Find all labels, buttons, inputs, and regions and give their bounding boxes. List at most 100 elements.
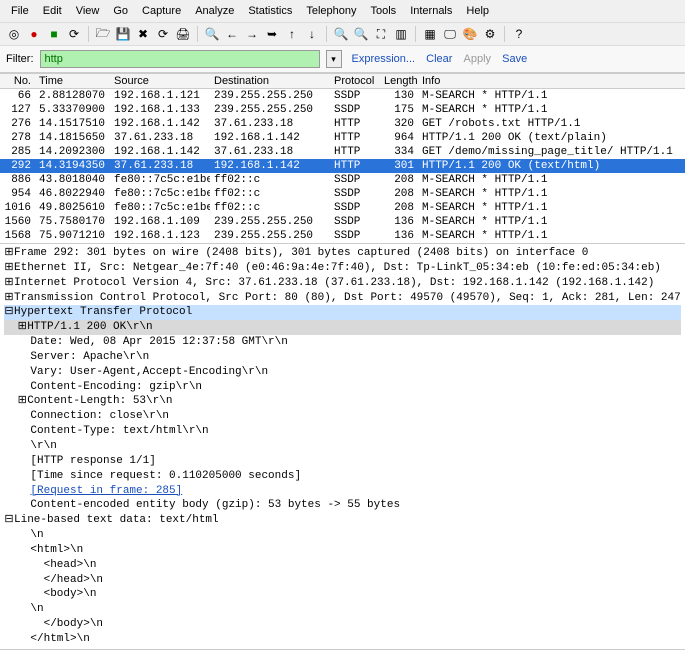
body-line[interactable]: </head>\n bbox=[30, 574, 103, 586]
packet-row[interactable]: 101649.8025610fe80::7c5c:e1be:654ff02::c… bbox=[0, 201, 685, 215]
col-time[interactable]: Time bbox=[35, 74, 110, 88]
linebased-title[interactable]: Line-based text data: text/html bbox=[14, 514, 219, 526]
restart-icon[interactable]: ⟳ bbox=[66, 26, 82, 42]
cell-no: 1568 bbox=[0, 229, 35, 243]
col-destination[interactable]: Destination bbox=[210, 74, 330, 88]
normalsize-icon[interactable]: ⛶ bbox=[373, 26, 389, 42]
expand-icon[interactable]: ⊞ bbox=[4, 276, 14, 291]
menu-capture[interactable]: Capture bbox=[135, 2, 188, 20]
menu-file[interactable]: File bbox=[4, 2, 36, 20]
col-protocol[interactable]: Protocol bbox=[330, 74, 380, 88]
http-connection[interactable]: Connection: close\r\n bbox=[30, 410, 169, 422]
save-icon[interactable]: 💾 bbox=[115, 26, 131, 42]
http-content-encoding[interactable]: Content-Encoding: gzip\r\n bbox=[30, 381, 202, 393]
filter-apply-button[interactable]: Apply bbox=[460, 53, 496, 65]
http-request-frame-link[interactable]: [Request in frame: 285] bbox=[30, 485, 182, 497]
print-icon[interactable]: 🖨 bbox=[175, 26, 191, 42]
packet-row[interactable]: 662.88128070192.168.1.121239.255.255.250… bbox=[0, 89, 685, 103]
body-line[interactable]: <html>\n bbox=[30, 544, 83, 556]
cell-info: HTTP/1.1 200 OK (text/plain) bbox=[418, 131, 685, 145]
menu-analyze[interactable]: Analyze bbox=[188, 2, 241, 20]
packet-row[interactable]: 88643.8018040fe80::7c5c:e1be:654ff02::cS… bbox=[0, 173, 685, 187]
filter-dropdown-icon[interactable]: ▾ bbox=[326, 50, 342, 68]
ip-line[interactable]: Internet Protocol Version 4, Src: 37.61.… bbox=[14, 277, 654, 289]
menu-go[interactable]: Go bbox=[106, 2, 135, 20]
expand-icon[interactable]: ⊞ bbox=[4, 291, 14, 306]
http-content-length[interactable]: Content-Length: 53\r\n bbox=[27, 395, 172, 407]
packet-row[interactable]: 1275.33370900192.168.1.133239.255.255.25… bbox=[0, 103, 685, 117]
zoomout-icon[interactable]: 🔍 bbox=[353, 26, 369, 42]
tcp-line[interactable]: Transmission Control Protocol, Src Port:… bbox=[14, 292, 681, 304]
resize-cols-icon[interactable]: ▥ bbox=[393, 26, 409, 42]
body-line[interactable]: <head>\n bbox=[30, 559, 96, 571]
expand-icon[interactable]: ⊞ bbox=[17, 394, 27, 409]
http-entity-body[interactable]: Content-encoded entity body (gzip): 53 b… bbox=[30, 499, 400, 511]
find-icon[interactable]: 🔍 bbox=[204, 26, 220, 42]
reload-icon[interactable]: ⟳ bbox=[155, 26, 171, 42]
display-filter-icon[interactable]: 🖵 bbox=[442, 26, 458, 42]
menu-view[interactable]: View bbox=[69, 2, 107, 20]
http-vary[interactable]: Vary: User-Agent,Accept-Encoding\r\n bbox=[30, 366, 268, 378]
body-line[interactable]: </html>\n bbox=[30, 633, 89, 645]
packet-row[interactable]: 95446.8022940fe80::7c5c:e1be:654ff02::cS… bbox=[0, 187, 685, 201]
menu-tools[interactable]: Tools bbox=[364, 2, 404, 20]
http-content-type[interactable]: Content-Type: text/html\r\n bbox=[30, 425, 208, 437]
filter-expression-link[interactable]: Expression... bbox=[348, 53, 420, 65]
start-capture-icon[interactable]: ● bbox=[26, 26, 42, 42]
back-icon[interactable]: ← bbox=[224, 26, 240, 42]
packet-row[interactable]: 27814.181565037.61.233.18192.168.1.142HT… bbox=[0, 131, 685, 145]
ethernet-line[interactable]: Ethernet II, Src: Netgear_4e:7f:40 (e0:4… bbox=[14, 262, 661, 274]
open-icon[interactable]: 🗁 bbox=[95, 26, 111, 42]
filter-input[interactable] bbox=[40, 50, 320, 68]
http-title-line[interactable]: Hypertext Transfer Protocol bbox=[14, 306, 192, 318]
goend-icon[interactable]: ↓ bbox=[304, 26, 320, 42]
zoomin-icon[interactable]: 🔍 bbox=[333, 26, 349, 42]
packet-row[interactable]: 29214.319435037.61.233.18192.168.1.142HT… bbox=[0, 159, 685, 173]
body-line[interactable]: </body>\n bbox=[30, 618, 103, 630]
col-info[interactable]: Info bbox=[418, 74, 685, 88]
filter-save-button[interactable]: Save bbox=[498, 53, 531, 65]
capture-filter-icon[interactable]: ▦ bbox=[422, 26, 438, 42]
goto-icon[interactable]: ➥ bbox=[264, 26, 280, 42]
menu-help[interactable]: Help bbox=[459, 2, 496, 20]
collapse-icon[interactable]: ⊟ bbox=[4, 305, 14, 320]
cell-dst: 192.168.1.142 bbox=[210, 131, 330, 145]
gostart-icon[interactable]: ↑ bbox=[284, 26, 300, 42]
body-line[interactable]: <body>\n bbox=[30, 588, 96, 600]
close-icon[interactable]: ✖ bbox=[135, 26, 151, 42]
http-time-since-request[interactable]: [Time since request: 0.110205000 seconds… bbox=[30, 470, 301, 482]
http-crlf[interactable]: \r\n bbox=[30, 440, 56, 452]
menu-telephony[interactable]: Telephony bbox=[299, 2, 363, 20]
http-response-num[interactable]: [HTTP response 1/1] bbox=[30, 455, 155, 467]
interfaces-icon[interactable]: ◎ bbox=[6, 26, 22, 42]
filter-clear-button[interactable]: Clear bbox=[422, 53, 456, 65]
expand-icon[interactable]: ⊞ bbox=[4, 261, 14, 276]
separator bbox=[88, 26, 89, 42]
forward-icon[interactable]: → bbox=[244, 26, 260, 42]
coloring-icon[interactable]: 🎨 bbox=[462, 26, 478, 42]
menu-internals[interactable]: Internals bbox=[403, 2, 459, 20]
packet-row[interactable]: 156875.9071210192.168.1.123239.255.255.2… bbox=[0, 229, 685, 243]
prefs-icon[interactable]: ⚙ bbox=[482, 26, 498, 42]
col-no[interactable]: No. bbox=[0, 74, 35, 88]
stop-capture-icon[interactable]: ■ bbox=[46, 26, 62, 42]
col-length[interactable]: Length bbox=[380, 74, 418, 88]
expand-icon[interactable]: ⊞ bbox=[17, 320, 27, 335]
help-icon[interactable]: ? bbox=[511, 26, 527, 42]
body-line[interactable]: \n bbox=[30, 603, 43, 615]
packet-row[interactable]: 27614.1517510192.168.1.14237.61.233.18HT… bbox=[0, 117, 685, 131]
packet-row[interactable]: 28514.2092300192.168.1.14237.61.233.18HT… bbox=[0, 145, 685, 159]
menu-edit[interactable]: Edit bbox=[36, 2, 69, 20]
collapse-icon[interactable]: ⊟ bbox=[4, 513, 14, 528]
menu-statistics[interactable]: Statistics bbox=[241, 2, 299, 20]
cell-len: 130 bbox=[380, 89, 418, 103]
body-line[interactable]: \n bbox=[30, 529, 43, 541]
cell-src: 37.61.233.18 bbox=[110, 159, 210, 173]
packet-row[interactable]: 156075.7580170192.168.1.109239.255.255.2… bbox=[0, 215, 685, 229]
http-status-line[interactable]: HTTP/1.1 200 OK\r\n bbox=[27, 321, 152, 333]
col-source[interactable]: Source bbox=[110, 74, 210, 88]
frame-line[interactable]: Frame 292: 301 bytes on wire (2408 bits)… bbox=[14, 247, 588, 259]
http-server[interactable]: Server: Apache\r\n bbox=[30, 351, 149, 363]
expand-icon[interactable]: ⊞ bbox=[4, 246, 14, 261]
http-date[interactable]: Date: Wed, 08 Apr 2015 12:37:58 GMT\r\n bbox=[30, 336, 287, 348]
